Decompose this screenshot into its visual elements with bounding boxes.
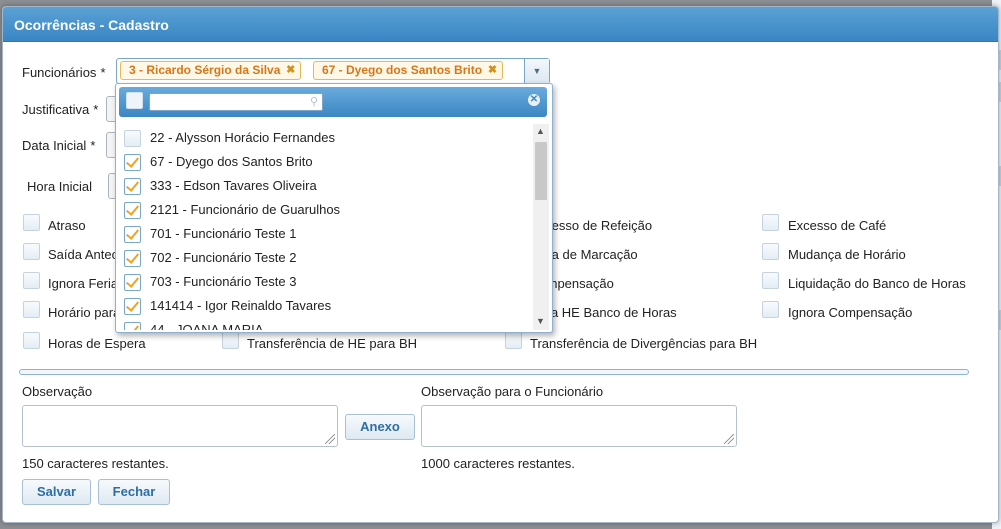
dialog-title: Ocorrências - Cadastro	[14, 17, 169, 33]
list-item[interactable]: 141414 - Igor Reinaldo Tavares	[116, 294, 533, 318]
mudanca-horario-checkbox[interactable]	[762, 243, 779, 260]
list-item[interactable]: 701 - Funcionário Teste 1	[116, 222, 533, 246]
horario-para-checkbox[interactable]	[23, 301, 40, 318]
item-checkbox[interactable]	[124, 178, 141, 195]
scrollbar-thumb[interactable]	[535, 142, 547, 200]
selected-tag: 67 - Dyego dos Santos Brito ✖	[313, 61, 504, 80]
list-item[interactable]: 703 - Funcionário Teste 3	[116, 270, 533, 294]
funcionarios-dropdown-panel: ⚲ ✕ 22 - Alysson Horácio Fernandes 67 - …	[115, 83, 553, 333]
item-checkbox[interactable]	[124, 250, 141, 267]
list-item[interactable]: 333 - Edson Tavares Oliveira	[116, 174, 533, 198]
resize-grip-icon[interactable]	[724, 434, 734, 444]
dialog-titlebar: Ocorrências - Cadastro	[3, 7, 998, 42]
search-icon: ⚲	[309, 96, 318, 108]
liquidacao-banco-horas-checkbox[interactable]	[762, 272, 779, 289]
horas-de-espera-checkbox[interactable]	[23, 332, 40, 349]
ignora-compensacao-checkbox[interactable]	[762, 301, 779, 318]
item-checkbox[interactable]	[124, 226, 141, 243]
transferencia-divergencias-bh-label: Transferência de Divergências para BH	[530, 336, 758, 351]
close-icon[interactable]: ✕	[528, 94, 540, 106]
funcionarios-multiselect[interactable]: 3 - Ricardo Sérgio da Silva ✖ 67 - Dyego …	[116, 58, 550, 84]
transferencia-he-bh-checkbox[interactable]	[222, 332, 239, 349]
item-checkbox[interactable]	[124, 130, 141, 147]
liquidacao-banco-horas-label: Liquidação do Banco de Horas	[788, 276, 966, 291]
excesso-cafe-checkbox[interactable]	[762, 214, 779, 231]
item-checkbox[interactable]	[124, 202, 141, 219]
excesso-cafe-label: Excesso de Café	[788, 218, 887, 233]
dropdown-header: ⚲ ✕	[119, 87, 547, 117]
ignora-compensacao-label: Ignora Compensação	[788, 305, 913, 320]
remove-tag-icon[interactable]: ✖	[488, 62, 497, 79]
scroll-up-icon[interactable]: ▲	[536, 126, 545, 136]
dropdown-toggle-button[interactable]: ▼	[524, 59, 549, 83]
funcionarios-label: Funcionários *	[22, 65, 106, 80]
list-item[interactable]: 67 - Dyego dos Santos Brito	[116, 150, 533, 174]
mudanca-horario-label: Mudança de Horário	[788, 247, 906, 262]
saida-antecipada-checkbox[interactable]	[23, 243, 40, 260]
observacao-textarea[interactable]	[22, 405, 338, 447]
list-item[interactable]: 2121 - Funcionário de Guarulhos	[116, 198, 533, 222]
justificativa-label: Justificativa *	[22, 102, 99, 117]
observacao-funcionario-counter: 1000 caracteres restantes.	[421, 456, 575, 471]
item-checkbox[interactable]	[124, 322, 141, 330]
dropdown-scrollbar[interactable]: ▲ ▼	[533, 124, 549, 330]
select-all-checkbox[interactable]	[126, 92, 143, 109]
filter-input[interactable]: ⚲	[149, 93, 323, 111]
list-item[interactable]: 702 - Funcionário Teste 2	[116, 246, 533, 270]
section-separator	[19, 369, 969, 375]
ignora-feriado-checkbox[interactable]	[23, 272, 40, 289]
salvar-button[interactable]: Salvar	[22, 479, 91, 505]
item-checkbox[interactable]	[124, 274, 141, 291]
observacao-funcionario-label: Observação para o Funcionário	[421, 384, 604, 399]
resize-grip-icon[interactable]	[325, 434, 335, 444]
item-checkbox[interactable]	[124, 154, 141, 171]
observacao-label: Observação	[22, 384, 93, 399]
transferencia-divergencias-bh-checkbox[interactable]	[505, 332, 522, 349]
observacao-funcionario-textarea[interactable]	[421, 405, 737, 447]
list-item[interactable]: 22 - Alysson Horácio Fernandes	[116, 126, 533, 150]
dropdown-item-list: 22 - Alysson Horácio Fernandes 67 - Dyeg…	[116, 124, 533, 330]
transferencia-he-bh-label: Transferência de HE para BH	[247, 336, 418, 351]
fechar-button[interactable]: Fechar	[98, 479, 170, 505]
item-checkbox[interactable]	[124, 298, 141, 315]
hora-inicial-label: Hora Inicial	[27, 179, 93, 194]
observacao-counter: 150 caracteres restantes.	[22, 456, 169, 471]
atraso-label: Atraso	[48, 218, 86, 233]
remove-tag-icon[interactable]: ✖	[286, 62, 295, 79]
scroll-down-icon[interactable]: ▼	[536, 316, 545, 326]
selected-tag: 3 - Ricardo Sérgio da Silva ✖	[120, 61, 302, 80]
horas-de-espera-label: Horas de Espera	[48, 336, 146, 351]
data-inicial-label: Data Inicial *	[22, 138, 96, 153]
anexo-button[interactable]: Anexo	[345, 414, 415, 440]
horario-para-label: Horário para	[48, 305, 121, 320]
list-item[interactable]: 44 - JOANA MARIA	[116, 318, 533, 330]
atraso-checkbox[interactable]	[23, 214, 40, 231]
